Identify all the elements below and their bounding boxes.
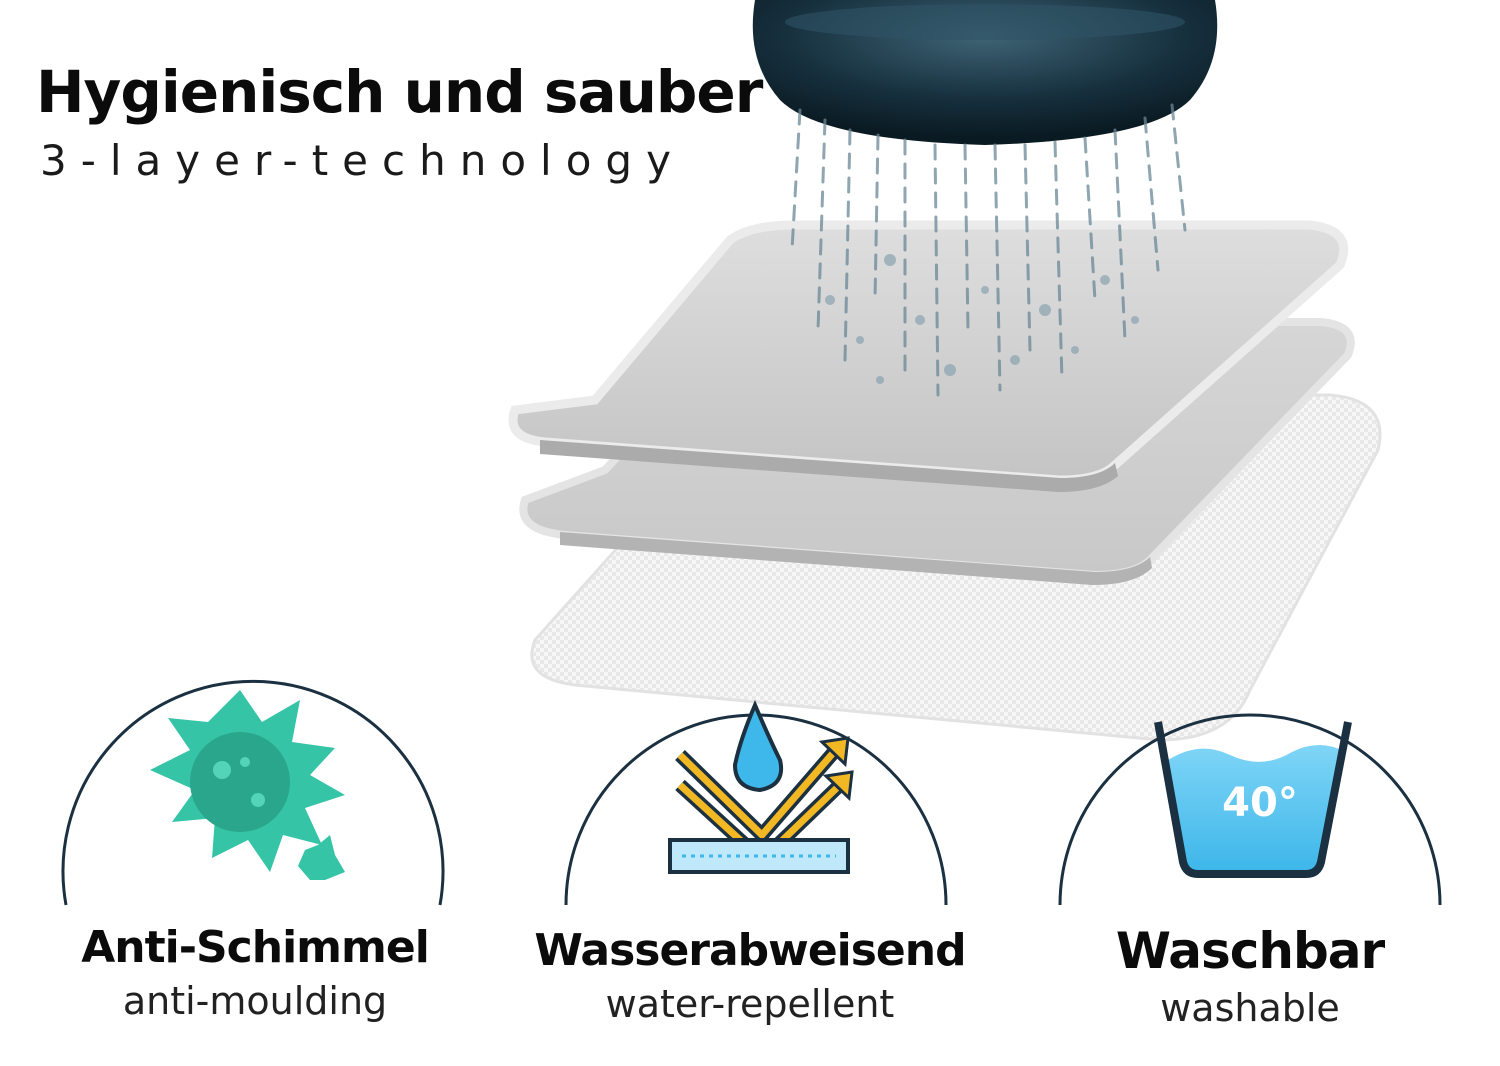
- feature-title: Waschbar: [1115, 922, 1385, 980]
- mold-spore-icon: [150, 690, 345, 880]
- water-repellent-icon: [668, 699, 854, 874]
- wash-temperature-badge: 40°: [1222, 780, 1298, 826]
- subheadline: 3-layer-technology: [40, 136, 685, 185]
- feature-subtitle: anti-moulding: [122, 979, 388, 1023]
- feature-anti-schimmel: Anti-Schimmel anti-moulding: [40, 922, 470, 1023]
- headline: Hygienisch und sauber: [36, 58, 763, 126]
- feature-title: Anti-Schimmel: [81, 922, 430, 973]
- feature-subtitle: washable: [1160, 986, 1340, 1030]
- shower-head: [752, 0, 1218, 145]
- feature-wasserabweisend: Wasserabweisend water-repellent: [530, 925, 970, 1026]
- feature-waschbar: Waschbar washable: [1035, 922, 1465, 1030]
- feature-subtitle: water-repellent: [605, 982, 895, 1026]
- feature-title: Wasserabweisend: [534, 925, 966, 976]
